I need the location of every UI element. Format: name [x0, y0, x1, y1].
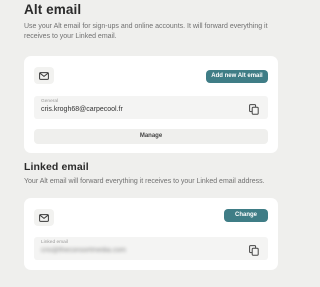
add-alt-email-button[interactable]: Add new Alt email [206, 70, 268, 83]
mail-icon [34, 209, 54, 226]
alt-email-description: Use your Alt email for sign-ups and onli… [24, 23, 268, 40]
alt-email-field-label: General [41, 99, 59, 104]
linked-email-field: Linked email cris@theconsortmedia.com [34, 237, 268, 260]
alt-email-card: Add new Alt email General cris.krogh68@c… [24, 56, 278, 153]
linked-email-section: Linked email Your Alt email will forward… [24, 161, 278, 270]
change-button[interactable]: Change [224, 209, 268, 222]
manage-button[interactable]: Manage [34, 129, 268, 144]
alt-email-section: Alt email Use your Alt email for sign-up… [24, 2, 278, 153]
linked-email-address: cris@theconsortmedia.com [41, 247, 126, 254]
alt-email-field: General cris.krogh68@carpecool.fr [34, 96, 268, 119]
linked-email-title: Linked email [24, 161, 89, 173]
alt-email-title: Alt email [24, 2, 82, 17]
linked-email-description: Your Alt email will forward everything i… [24, 178, 265, 185]
copy-icon[interactable] [249, 102, 259, 115]
alt-email-address: cris.krogh68@carpecool.fr [41, 106, 123, 113]
mail-icon [34, 67, 54, 84]
linked-email-field-label: Linked email [41, 240, 68, 245]
copy-icon[interactable] [249, 243, 259, 256]
linked-email-card: Change Linked email cris@theconsortmedia… [24, 198, 278, 270]
